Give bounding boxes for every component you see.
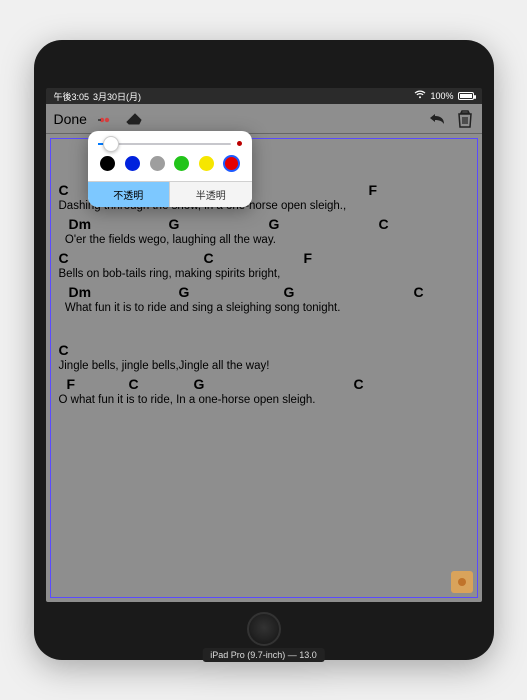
pen-tool-button[interactable] [97, 110, 115, 128]
lyric-line: O what fun it is to ride, In a one-horse… [59, 394, 469, 406]
chord: C [129, 376, 139, 392]
status-bar: 午後3:05 3月30日(月) 100% [46, 88, 482, 104]
done-button[interactable]: Done [54, 111, 87, 127]
chord: F [304, 250, 313, 266]
brush-size-slider-row [88, 131, 252, 150]
chord: Dm [69, 284, 92, 300]
chord: G [269, 216, 280, 232]
lyric-line: O'er the fields wego, laughing all the w… [59, 234, 469, 246]
chord-row: Dm G G C [59, 216, 469, 234]
chord-row: Dm G G C [59, 284, 469, 302]
status-time: 午後3:05 [54, 90, 90, 103]
resize-handle[interactable] [451, 571, 473, 593]
chord-row: CCF [59, 250, 469, 268]
chord: C [354, 376, 364, 392]
brush-size-slider[interactable] [98, 143, 231, 145]
color-swatch[interactable] [100, 156, 115, 171]
chord: C [59, 250, 69, 266]
color-swatch[interactable] [199, 156, 214, 171]
chord: C [379, 216, 389, 232]
lyric-line: Bells on bob-tails ring, making spirits … [59, 268, 469, 280]
document-page[interactable]: ポント CCFDashing thnrough the snow, in a o… [50, 138, 478, 598]
brush-preview-dot [237, 141, 242, 146]
wifi-icon [414, 90, 426, 102]
battery-pct: 100% [430, 91, 453, 101]
chord: G [284, 284, 295, 300]
chord: G [169, 216, 180, 232]
pen-settings-popover: 不透明 半透明 [88, 131, 252, 207]
song-body: CCFDashing thnrough the snow, in a one-h… [59, 182, 469, 406]
chord: C [59, 182, 69, 198]
color-swatch[interactable] [174, 156, 189, 171]
opacity-segmented-control[interactable]: 不透明 半透明 [88, 181, 252, 207]
undo-button[interactable] [428, 110, 446, 128]
chord: Dm [69, 216, 92, 232]
chord: C [414, 284, 424, 300]
lyric-line: Jingle bells, jingle bells,Jingle all th… [59, 360, 469, 372]
chord: C [59, 342, 69, 358]
trash-button[interactable] [456, 110, 474, 128]
slider-thumb[interactable] [103, 136, 119, 152]
lyric-line: What fun it is to ride and sing a sleigh… [59, 302, 469, 314]
eraser-tool-button[interactable] [125, 110, 143, 128]
color-swatch[interactable] [125, 156, 140, 171]
home-button[interactable] [247, 612, 281, 646]
ipad-frame: 午後3:05 3月30日(月) 100% Done [34, 40, 494, 660]
chord: G [194, 376, 205, 392]
opacity-opaque-tab[interactable]: 不透明 [88, 182, 170, 207]
chord: G [179, 284, 190, 300]
color-swatch[interactable] [224, 156, 239, 171]
chord: C [204, 250, 214, 266]
chord: F [369, 182, 378, 198]
opacity-translucent-tab[interactable]: 半透明 [169, 182, 252, 207]
color-palette [88, 150, 252, 181]
device-label: iPad Pro (9.7-inch) — 13.0 [202, 648, 325, 662]
color-swatch[interactable] [150, 156, 165, 171]
chord-row: C [59, 342, 469, 360]
status-date: 3月30日(月) [93, 90, 141, 103]
top-toolbar: Done [46, 104, 482, 134]
chord-row: FCGC [59, 376, 469, 394]
battery-icon [458, 92, 474, 100]
screen: 午後3:05 3月30日(月) 100% Done [46, 88, 482, 602]
chord: F [67, 376, 76, 392]
